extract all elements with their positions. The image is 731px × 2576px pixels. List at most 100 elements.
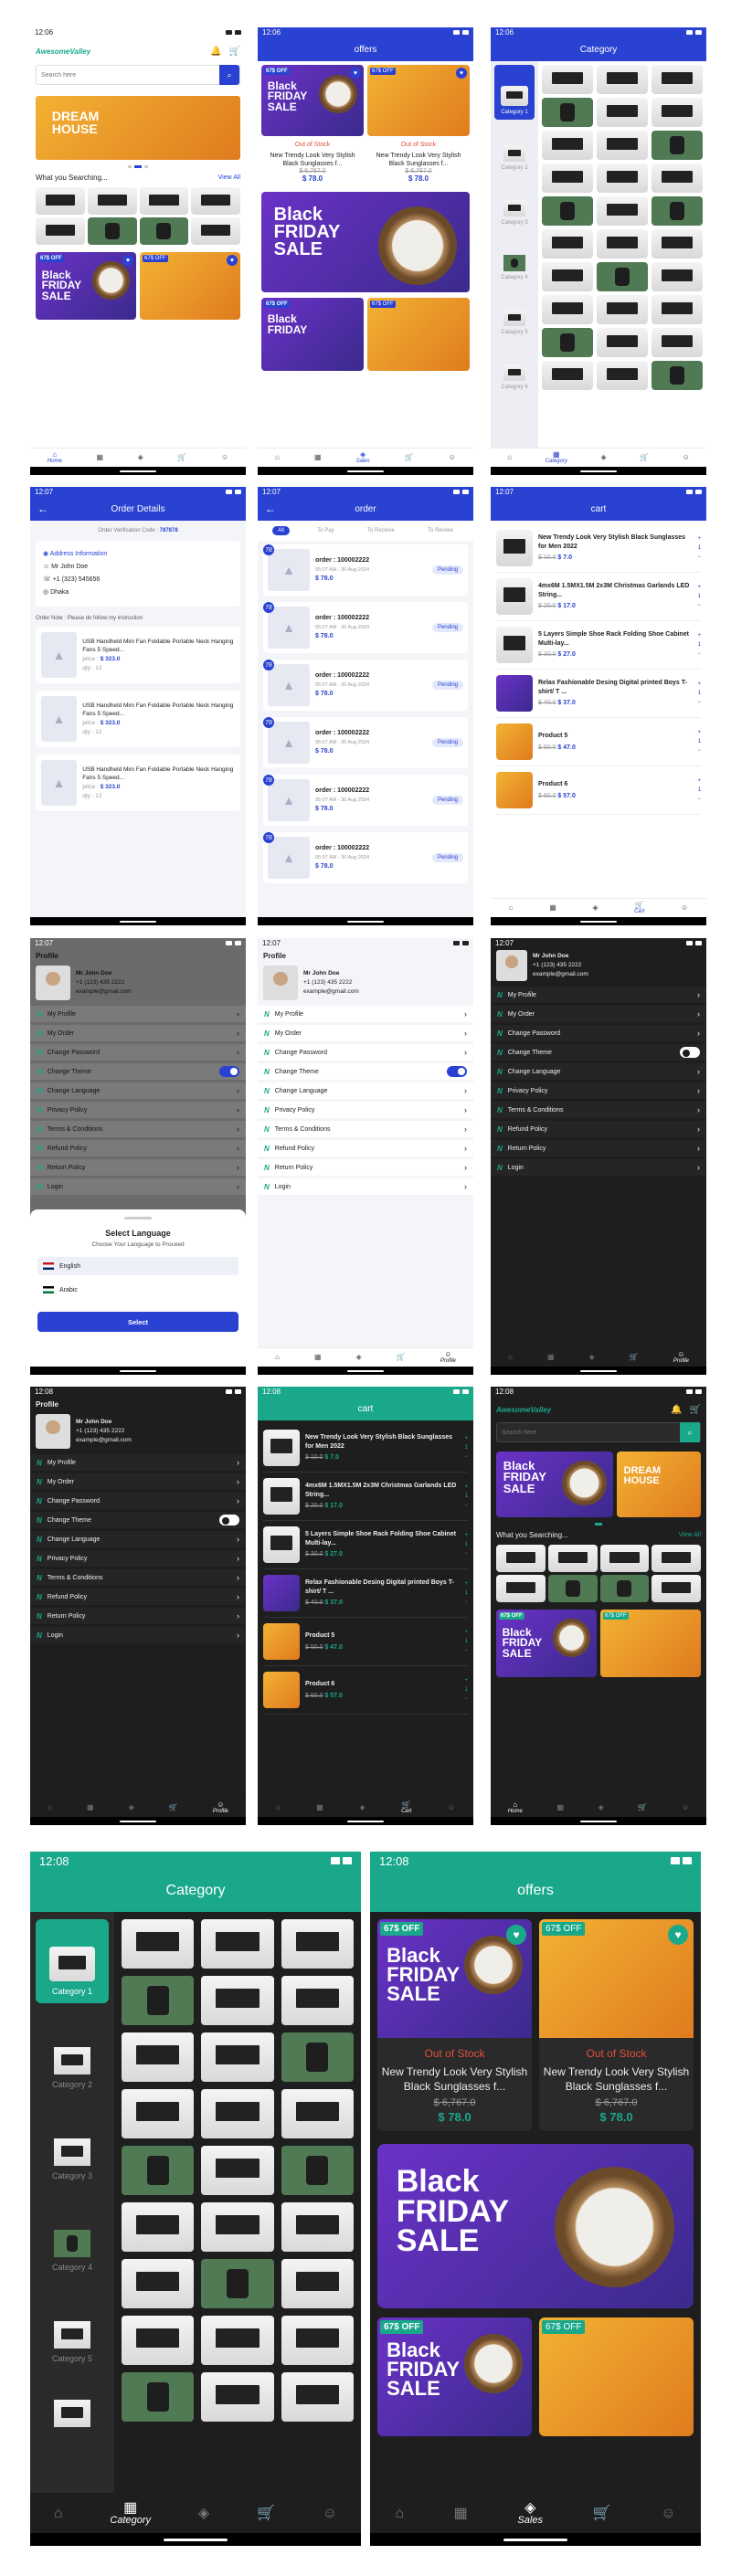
nav-cart[interactable]: 🛒 xyxy=(405,454,414,461)
nav-profile[interactable]: ☺ xyxy=(448,1804,455,1811)
product-thumb[interactable] xyxy=(122,1919,195,1969)
theme-toggle[interactable] xyxy=(219,1066,239,1077)
decrease-button[interactable]: − xyxy=(464,1696,468,1702)
home-banner[interactable]: Black FRIDAY SALE DREAM HOUSE xyxy=(496,1452,701,1517)
nav-sales[interactable]: ◈ xyxy=(600,454,606,461)
product-thumb[interactable] xyxy=(122,2202,195,2252)
product-thumb[interactable] xyxy=(36,217,85,245)
offer-card[interactable]: 67$ OFF Black FRIDAY SALE ♥ Out of Stock New… xyxy=(261,65,364,183)
product-thumb[interactable] xyxy=(597,262,648,291)
product-thumb[interactable] xyxy=(542,131,593,160)
heart-icon[interactable]: ♥ xyxy=(122,255,133,266)
product-thumb[interactable] xyxy=(542,164,593,193)
menu-item-return-policy[interactable]: N Return Policy › xyxy=(491,1140,706,1159)
menu-item-privacy-policy[interactable]: N Privacy Policy › xyxy=(491,1082,706,1102)
nav-category[interactable]: ▦ Category xyxy=(546,451,567,465)
language-option-arabic[interactable]: Arabic xyxy=(37,1279,238,1301)
nav-sales[interactable]: ◈ Sales xyxy=(517,2501,543,2526)
nav-category[interactable]: ▦ xyxy=(96,454,103,461)
product-thumb[interactable] xyxy=(201,2259,274,2308)
order-row[interactable]: 78 ▲ order : 100002222 05:07 AM - 30 Aug 20… xyxy=(263,544,468,596)
product-thumb[interactable] xyxy=(652,328,703,357)
notification-icon[interactable]: 🔔 xyxy=(210,47,221,57)
product-thumb[interactable] xyxy=(201,2316,274,2365)
view-all-link[interactable]: View All xyxy=(679,1532,701,1538)
increase-button[interactable]: + xyxy=(697,585,701,590)
menu-item-change-password[interactable]: N Change Password › xyxy=(491,1025,706,1044)
menu-item-my-order[interactable]: N My Order › xyxy=(491,1006,706,1025)
theme-toggle[interactable] xyxy=(219,1515,239,1526)
promo-card[interactable]: 67$ OFF Black FRIDAY SALE ♥ xyxy=(36,252,136,320)
product-thumb[interactable] xyxy=(542,361,593,390)
cart-item[interactable]: Product 6 $ 60.0 $ 57.0 +1 − xyxy=(263,1666,468,1715)
order-row[interactable]: 78 ▲ order : 100002222 05:07 AM - 30 Aug 20… xyxy=(263,775,468,826)
nav-cart[interactable]: 🛒 xyxy=(169,1804,178,1811)
menu-item-login[interactable]: N Login › xyxy=(30,1627,246,1646)
menu-item-change-language[interactable]: N Change Language › xyxy=(30,1082,246,1102)
view-all-link[interactable]: View All xyxy=(218,174,240,181)
menu-item-change-password[interactable]: N Change Password › xyxy=(30,1493,246,1512)
order-row[interactable]: 78 ▲ order : 100002222 05:07 AM - 30 Aug 20… xyxy=(263,602,468,653)
menu-item-change-language[interactable]: N Change Language › xyxy=(491,1063,706,1082)
menu-item-privacy-policy[interactable]: N Privacy Policy › xyxy=(30,1550,246,1569)
nav-sales[interactable]: ◈ xyxy=(589,1354,595,1361)
menu-item-login[interactable]: N Login › xyxy=(491,1159,706,1178)
product-thumb[interactable] xyxy=(542,262,593,291)
nav-home[interactable]: ⌂ xyxy=(508,1354,513,1361)
nav-cart[interactable]: 🛒 xyxy=(177,454,186,461)
nav-category[interactable]: ▦ xyxy=(87,1804,94,1811)
nav-profile[interactable]: ☺ xyxy=(323,2506,337,2521)
product-thumb[interactable] xyxy=(652,65,703,94)
nav-home[interactable]: ⌂ xyxy=(395,2506,404,2521)
category-item[interactable]: Category 3 xyxy=(491,174,538,229)
nav-home[interactable]: ⌂ Home xyxy=(48,451,62,465)
product-thumb[interactable] xyxy=(597,131,648,160)
menu-item-my-profile[interactable]: N My Profile › xyxy=(30,1454,246,1473)
decrease-button[interactable]: − xyxy=(697,603,701,608)
category-item[interactable]: Category 6 xyxy=(491,339,538,394)
product-thumb[interactable] xyxy=(122,2259,195,2308)
decrease-button[interactable]: − xyxy=(697,651,701,657)
product-thumb[interactable] xyxy=(201,2089,274,2138)
product-thumb[interactable] xyxy=(597,196,648,226)
nav-cart[interactable]: 🛒 xyxy=(630,1354,639,1361)
nav-cart[interactable]: 🛒 xyxy=(640,454,649,461)
menu-item-my-profile[interactable]: N My Profile › xyxy=(491,987,706,1006)
nav-profile[interactable]: ☺ Profile xyxy=(673,1351,689,1365)
nav-profile[interactable]: ☺ xyxy=(661,2506,675,2521)
search-button[interactable]: ⌕ xyxy=(680,1422,700,1442)
category-item[interactable]: Category 4 xyxy=(30,2186,114,2277)
menu-item-my-order[interactable]: N My Order › xyxy=(30,1025,246,1044)
nav-home[interactable]: ⌂ Home xyxy=(508,1801,523,1815)
menu-item-change-theme[interactable]: N Change Theme xyxy=(491,1044,706,1063)
language-option-english[interactable]: English xyxy=(37,1257,238,1275)
cart-item[interactable]: New Trendy Look Very Stylish Black Sungl… xyxy=(496,524,701,573)
offer-card[interactable]: 67$ OFF Black FRIDAY xyxy=(261,298,364,372)
offer-banner[interactable]: Black FRIDAY SALE xyxy=(261,192,470,293)
nav-category[interactable]: ▦ xyxy=(314,1354,322,1361)
order-row[interactable]: 78 ▲ order : 100002222 05:07 AM - 30 Aug 20… xyxy=(263,660,468,711)
product-thumb[interactable] xyxy=(281,2202,354,2252)
decrease-button[interactable]: − xyxy=(464,1599,468,1605)
product-thumb[interactable] xyxy=(36,187,85,215)
product-thumb[interactable] xyxy=(201,1976,274,2025)
increase-button[interactable]: + xyxy=(464,1533,468,1538)
category-item[interactable]: Category 3 xyxy=(30,2095,114,2186)
nav-cart[interactable]: 🛒 xyxy=(397,1354,406,1361)
product-thumb[interactable] xyxy=(281,1919,354,1969)
cart-item[interactable]: 5 Layers Simple Shoe Rack Folding Shoe C… xyxy=(496,621,701,670)
nav-cart[interactable]: 🛒 xyxy=(257,2506,275,2521)
nav-sales[interactable]: ◈ xyxy=(599,1804,604,1811)
product-thumb[interactable] xyxy=(652,229,703,259)
product-thumb[interactable] xyxy=(201,2146,274,2195)
category-item[interactable] xyxy=(30,2369,114,2433)
product-thumb[interactable] xyxy=(87,187,137,215)
offer-card[interactable]: 67$ OFF xyxy=(367,298,470,372)
increase-button[interactable]: + xyxy=(464,1581,468,1587)
menu-item-login[interactable]: N Login › xyxy=(30,1178,246,1198)
menu-item-terms-conditions[interactable]: N Terms & Conditions › xyxy=(30,1569,246,1589)
search-input[interactable] xyxy=(37,66,219,84)
nav-category[interactable]: ▦ Category xyxy=(110,2501,151,2526)
decrease-button[interactable]: − xyxy=(464,1551,468,1557)
category-item[interactable]: Category 5 xyxy=(491,284,538,339)
